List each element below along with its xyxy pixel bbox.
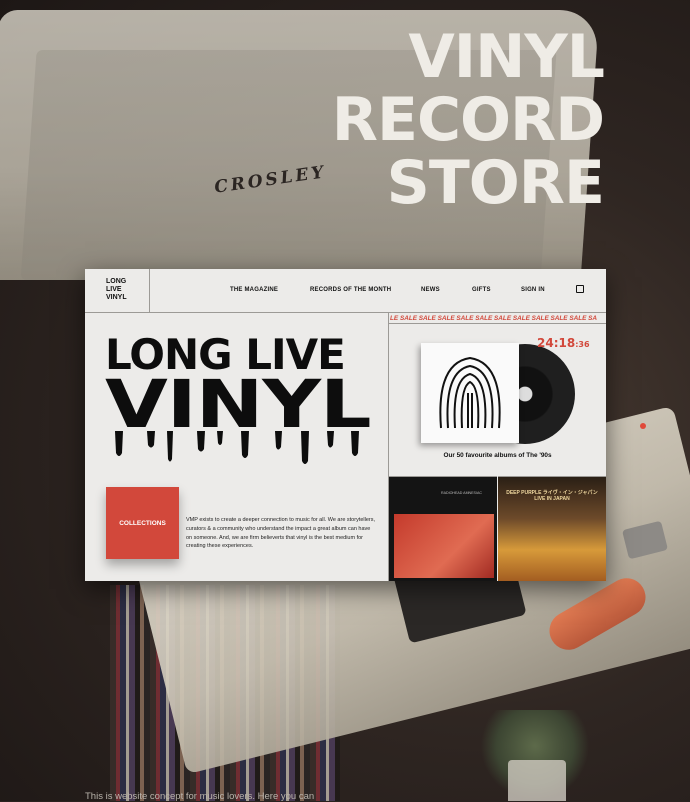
collections-button[interactable]: COLLECTIONS [106, 487, 179, 559]
hero-pane: LONG LIVE VINYL COLLECTIONS VMP exists t… [85, 313, 389, 581]
album-tile[interactable]: RADIOHEAD AMNESIAC [389, 476, 497, 581]
power-light [640, 423, 646, 429]
countdown-seconds: :36 [575, 340, 590, 349]
logo-line: LIVE [106, 286, 122, 293]
album-label: DEEP PURPLE ライヴ・イン・ジャパン LIVE IN JAPAN [506, 490, 598, 502]
shopping-bag-icon[interactable] [576, 285, 584, 293]
intro-text: This is website concept for music lovers… [85, 791, 315, 802]
logo-line: VINYL [106, 294, 127, 301]
album-label: RADIOHEAD AMNESIAC [441, 491, 482, 495]
about-text: VMP exists to create a deeper connection… [186, 517, 376, 550]
countdown-main: 24:18 [537, 336, 576, 350]
logo-line: LONG [106, 278, 127, 285]
nav-item-sign-in[interactable]: SIGN IN [521, 287, 545, 293]
countdown-timer: 24:18:36 [537, 336, 590, 350]
album-cover-image [394, 514, 494, 578]
hero-line: STORE [386, 148, 605, 218]
site-logo[interactable]: LONG LIVE VINYL [85, 269, 150, 312]
top-nav: LONG LIVE VINYL THE MAGAZINE RECORDS OF … [85, 269, 606, 313]
drip-decoration [115, 431, 359, 464]
featured-album-card[interactable]: 24:18:36 Our 50 favourite albums of The … [389, 324, 606, 476]
hero-title: VINYL RECORD STORE [331, 22, 605, 218]
feature-caption[interactable]: Our 50 favourite albums of The '90s [389, 452, 606, 459]
album-sleeve-image [421, 343, 519, 443]
nav-item-gifts[interactable]: GIFTS [472, 287, 491, 293]
fingerprint-art [439, 356, 501, 429]
nav-item-magazine[interactable]: THE MAGAZINE [230, 287, 278, 293]
sale-ticker[interactable]: LE SALE SALE SALE SALE SALE SALE SALE SA… [389, 313, 606, 324]
nav-item-records-of-the-month[interactable]: RECORDS OF THE MONTH [310, 287, 391, 293]
hero-line: RECORD [331, 85, 605, 155]
website-mockup: LONG LIVE VINYL THE MAGAZINE RECORDS OF … [85, 269, 606, 581]
nav-item-news[interactable]: NEWS [421, 287, 440, 293]
plant-pot [508, 760, 566, 801]
hero-line: VINYL [408, 22, 605, 92]
album-tile[interactable]: DEEP PURPLE ライヴ・イン・ジャパン LIVE IN JAPAN [498, 476, 606, 581]
